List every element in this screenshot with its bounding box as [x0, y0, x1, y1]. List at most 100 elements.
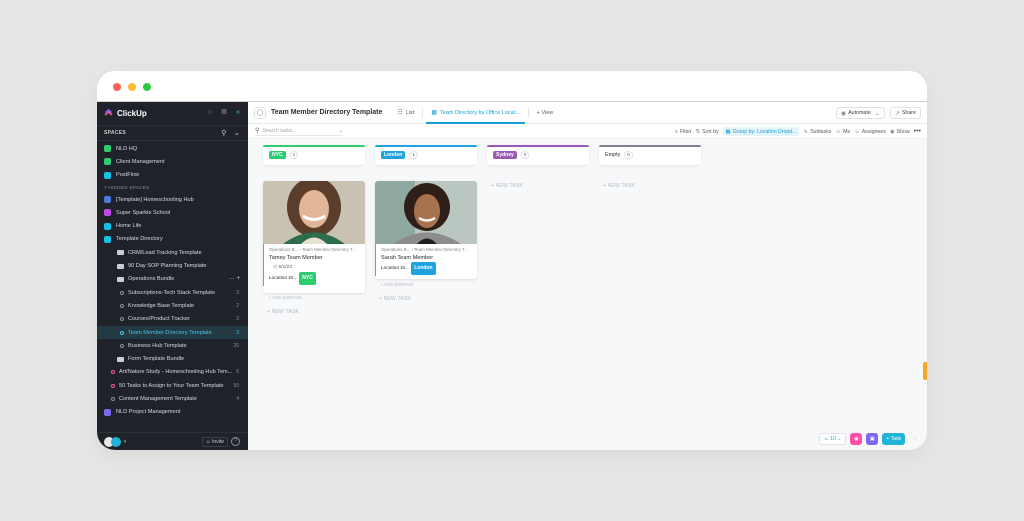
card-body: Operations B... › Team Member Directory …	[263, 244, 365, 286]
sidebar-item-team-member-directory[interactable]: Team Member Directory Template 2	[97, 325, 248, 340]
feedback-tab[interactable]	[923, 362, 927, 380]
help-icon[interactable]: ?	[231, 437, 240, 446]
sidebar-item-business-hub[interactable]: Business Hub Template 20	[97, 339, 248, 352]
list-count: 50	[233, 382, 239, 389]
page-title[interactable]: Team Member Directory Template	[271, 109, 382, 116]
sidebar-item-courses-product-tracker[interactable]: Courses/Product Tracker 2	[97, 313, 248, 326]
chevron-down-icon[interactable]: ▾	[121, 438, 129, 446]
apps-grid-icon[interactable]: ∷	[909, 433, 921, 445]
tab-team-directory[interactable]: ▦ Team Directory by Office Locat...	[426, 102, 526, 124]
record-icon[interactable]: ◉	[850, 433, 863, 445]
more-options-icon[interactable]: •••	[914, 127, 921, 136]
sort-button[interactable]: ⇅ Sort by	[696, 127, 719, 136]
sidebar-item-subscriptions-tech-stack[interactable]: Subscriptions-Tech Stack Template 2	[97, 286, 248, 299]
add-subtask-button[interactable]: + ADD SUBTASK	[268, 295, 302, 300]
task-card-tamey[interactable]: Operations B... › Team Member Directory …	[263, 181, 365, 293]
tab-label: Team Directory by Office Locat...	[440, 109, 520, 116]
sidebar-item-operations-bundle[interactable]: Operations Bundle ··· +	[97, 273, 248, 286]
sidebar-item-50-tasks[interactable]: 50 Tasks to Assign to Your Team Template…	[97, 379, 248, 392]
maximize-window-button[interactable]	[143, 83, 151, 91]
sidebar-item-label: Team Member Directory Template	[128, 329, 212, 336]
list-count: 20	[233, 342, 239, 349]
filter-icon: ≡	[674, 128, 678, 135]
list-icon	[120, 303, 124, 308]
card-breadcrumb[interactable]: Operations B... › Team Member Directory …	[381, 246, 472, 253]
column-nyc[interactable]: NYC 1	[263, 145, 365, 165]
column-sydney[interactable]: Sydney 0	[487, 145, 589, 165]
app-name: ClickUp	[117, 109, 147, 118]
sidebar-item-postflow[interactable]: PostFlow	[97, 169, 248, 182]
sidebar-item-label: 50 Tasks to Assign to Your Team Template	[119, 382, 224, 389]
sidebar-item-label: Home Life	[116, 223, 142, 230]
assigned-count-button[interactable]: ☺ 10 ⌄	[818, 433, 847, 445]
sidebar-item-content-management[interactable]: Content Management Template 4	[97, 392, 248, 405]
chevron-down-icon[interactable]: ⌄	[233, 130, 241, 138]
subtasks-icon: ↳	[803, 128, 809, 135]
subtasks-button[interactable]: ↳ Subtasks	[803, 127, 831, 136]
new-task-button[interactable]: + NEW TASK	[267, 309, 299, 315]
group-by-button[interactable]: ▦ Group by: Location Dropd...	[722, 127, 800, 136]
sidebar-item-nld-hq[interactable]: NLD HQ	[97, 142, 248, 155]
sidebar-item-label: 90 Day SOP Planning Template	[128, 263, 207, 270]
search-input[interactable]: ⚲ Search tasks... ⌄	[255, 126, 343, 136]
sidebar-item-template-directory[interactable]: Template Directory	[97, 233, 248, 246]
filter-button[interactable]: ≡ Filter	[675, 127, 692, 136]
header: ◯ Team Member Directory Template ☰ List …	[248, 102, 927, 124]
card-location[interactable]: Location Dr... London	[381, 262, 472, 275]
folder-icon	[117, 250, 124, 256]
sidebar-item-crm-lead-tracking[interactable]: CRM/Lead Tracking Template	[97, 246, 248, 259]
sidebar-item-art-nature-study[interactable]: Art/Nature Study - Homeschooling Hub Tem…	[97, 366, 248, 379]
task-button-label: Task	[890, 436, 901, 442]
column-empty[interactable]: Empty 0	[599, 145, 701, 165]
sidebar-item-home-life[interactable]: Home Life	[97, 219, 248, 232]
notepad-icon[interactable]: ▣	[866, 433, 879, 445]
avatar[interactable]	[111, 436, 121, 447]
new-task-button[interactable]: + NEW TASK	[603, 183, 635, 189]
hidden-spaces-label[interactable]: 7 HIDDEN SPACES	[97, 182, 248, 193]
show-button[interactable]: ◉ Show	[890, 127, 910, 136]
sidebar-item-form-template-bundle[interactable]: Form Template Bundle	[97, 352, 248, 365]
assignees-button[interactable]: ☺ Assignees	[854, 127, 886, 136]
main-area: ◯ Team Member Directory Template ☰ List …	[248, 102, 927, 450]
list-count: 4	[236, 395, 239, 402]
card-breadcrumb[interactable]: Operations B... › Team Member Directory …	[269, 246, 360, 253]
sidebar-item-label: Content Management Template	[119, 395, 197, 402]
collapse-sidebar-icon[interactable]: «	[234, 109, 242, 117]
sidebar-item-knowledge-base[interactable]: Knowledge Base Template 2	[97, 299, 248, 312]
automate-button[interactable]: ◉ Automate ⌄	[835, 107, 885, 119]
sidebar-item-homeschooling-hub[interactable]: [Template] Homeschooling Hub	[97, 193, 248, 206]
new-task-button[interactable]: + NEW TASK	[491, 183, 523, 189]
gear-icon[interactable]: ⚙	[220, 109, 228, 117]
tab-add-view[interactable]: + View	[532, 102, 559, 124]
list-count: 2	[236, 329, 239, 336]
sidebar-item-super-sparkle-school[interactable]: Super Sparkle School	[97, 206, 248, 219]
sidebar-item-client-management[interactable]: Client Management	[97, 155, 248, 168]
more-and-add-icon[interactable]: ··· +	[229, 276, 240, 282]
column-color-bar	[487, 145, 589, 147]
bell-icon[interactable]: ○	[206, 109, 214, 117]
new-task-fab[interactable]: + Task	[882, 433, 905, 445]
tab-list[interactable]: ☰ List	[392, 102, 419, 124]
card-title[interactable]: Tamey Team Member	[269, 253, 360, 263]
close-window-button[interactable]	[113, 83, 121, 91]
list-icon	[120, 290, 124, 295]
spaces-header: SPACES ⚲ ⌄	[97, 126, 248, 141]
column-count: 0	[624, 151, 633, 159]
folder-icon	[117, 263, 124, 269]
list-settings-icon[interactable]: ◯	[254, 106, 266, 119]
card-location[interactable]: Location Dr... NYC	[269, 272, 360, 285]
invite-label: Invite	[212, 439, 224, 445]
app-shell: ClickUp ○ ⚙ « SPACES ⚲ ⌄ NLD HQ Client M…	[97, 102, 927, 450]
sidebar-item-90-day-sop[interactable]: 90 Day SOP Planning Template	[97, 259, 248, 272]
add-subtask-button[interactable]: + ADD SUBTASK	[380, 282, 414, 287]
location-tag: NYC	[299, 272, 316, 285]
sidebar-item-nld-project-management[interactable]: NLD Project Management	[97, 406, 248, 419]
new-task-button[interactable]: + NEW TASK	[379, 296, 411, 302]
column-london[interactable]: London 1	[375, 145, 477, 165]
me-button[interactable]: ☺ Me	[835, 127, 850, 136]
search-icon[interactable]: ⚲	[220, 130, 228, 138]
task-card-sarah[interactable]: Operations B... › Team Member Directory …	[375, 181, 477, 279]
minimize-window-button[interactable]	[128, 83, 136, 91]
invite-button[interactable]: ☺ Invite	[201, 437, 228, 447]
share-button[interactable]: ↗ Share	[889, 107, 921, 119]
